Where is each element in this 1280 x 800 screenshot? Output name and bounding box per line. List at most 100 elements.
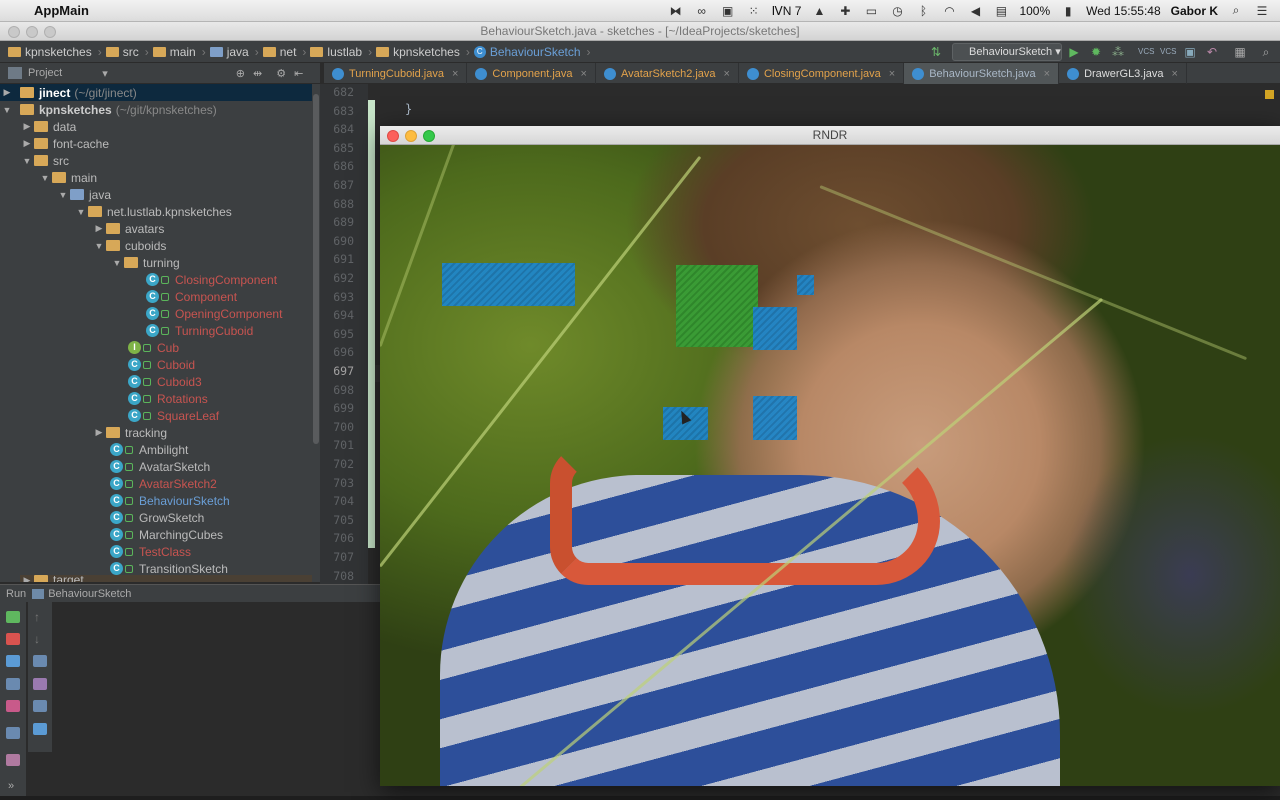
line-number[interactable]: 689: [314, 215, 354, 229]
line-number[interactable]: 706: [314, 531, 354, 545]
clock-icon[interactable]: ◷: [889, 4, 905, 18]
history-icon[interactable]: ▣: [1182, 44, 1198, 60]
chevron-down-icon[interactable]: ▼: [74, 207, 88, 217]
dots-icon[interactable]: ⁙: [746, 4, 762, 18]
soft-wrap-icon[interactable]: [33, 655, 47, 667]
breadcrumb-item[interactable]: main ›: [152, 45, 206, 59]
chevron-down-icon[interactable]: ▼: [92, 241, 106, 251]
tree-class[interactable]: C MarchingCubes: [110, 526, 223, 543]
chevron-down-icon[interactable]: ▾: [102, 67, 108, 80]
tab-component[interactable]: Component.java ×: [467, 63, 596, 84]
line-number[interactable]: 697: [314, 364, 354, 378]
run-icon[interactable]: ▶: [1066, 44, 1082, 60]
line-number[interactable]: 702: [314, 457, 354, 471]
line-number[interactable]: 692: [314, 271, 354, 285]
tree-class[interactable]: C AvatarSketch2: [110, 475, 217, 492]
tree-item[interactable]: ▼ net.lustlab.kpnsketches: [74, 203, 232, 220]
vcs-change-marker[interactable]: [368, 100, 375, 548]
sort-icon[interactable]: ⇅: [928, 44, 944, 60]
tree-class[interactable]: I Cub: [128, 339, 179, 356]
tab-avatarsketch2[interactable]: AvatarSketch2.java ×: [596, 63, 739, 84]
tree-item[interactable]: ▶ avatars: [92, 220, 165, 237]
app-icon[interactable]: ▣: [720, 4, 736, 18]
expand-icon[interactable]: »: [8, 780, 14, 792]
adobe-icon[interactable]: ⅣN 7: [772, 4, 802, 18]
inspection-status-icon[interactable]: [1265, 90, 1274, 99]
tree-item[interactable]: ▶ tracking: [92, 424, 168, 441]
close-window-button[interactable]: [387, 130, 399, 142]
line-number[interactable]: 707: [314, 550, 354, 564]
rndr-window[interactable]: RNDR: [380, 126, 1280, 786]
clock-text[interactable]: Wed 15:55:48: [1086, 4, 1161, 18]
battery-percent[interactable]: 100%: [1019, 4, 1050, 18]
breadcrumb-item[interactable]: net ›: [262, 45, 306, 59]
close-icon[interactable]: ×: [452, 68, 458, 80]
breadcrumb-item[interactable]: kpnsketches ›: [376, 45, 470, 59]
stop-icon[interactable]: [6, 633, 20, 645]
breadcrumb-item[interactable]: C BehaviourSketch ›: [473, 45, 591, 59]
run-config-name[interactable]: BehaviourSketch: [48, 588, 131, 600]
coverage-icon[interactable]: ⁂: [1110, 44, 1126, 60]
close-icon[interactable]: ×: [889, 68, 895, 80]
line-number[interactable]: 701: [314, 438, 354, 452]
close-icon[interactable]: ×: [581, 68, 587, 80]
chevron-down-icon[interactable]: ▼: [0, 105, 14, 115]
down-arrow-icon[interactable]: ↓: [34, 632, 40, 646]
tree-class[interactable]: C AvatarSketch: [110, 458, 210, 475]
tree-item[interactable]: ▼ turning: [110, 254, 180, 271]
chevron-right-icon[interactable]: ▶: [92, 427, 106, 438]
line-number[interactable]: 708: [314, 569, 354, 583]
wifi-icon[interactable]: ◠: [941, 4, 957, 18]
print-icon[interactable]: [33, 700, 47, 712]
chevron-down-icon[interactable]: ▼: [20, 156, 34, 166]
drive-icon[interactable]: ▲: [811, 4, 827, 18]
line-number[interactable]: 683: [314, 104, 354, 118]
project-view-selector[interactable]: Project: [28, 67, 62, 79]
tab-behavioursketch[interactable]: BehaviourSketch.java ×: [904, 63, 1060, 84]
line-number[interactable]: 694: [314, 308, 354, 322]
chevron-right-icon[interactable]: ▶: [0, 87, 14, 98]
debug-icon[interactable]: ✹: [1088, 44, 1104, 60]
close-icon[interactable]: ×: [724, 68, 730, 80]
structure-icon[interactable]: ▦: [1232, 44, 1248, 60]
tree-item[interactable]: ▶ data: [20, 118, 77, 135]
rndr-titlebar[interactable]: RNDR: [380, 126, 1280, 145]
trash-icon[interactable]: [33, 723, 47, 735]
line-number[interactable]: 699: [314, 401, 354, 415]
chevron-right-icon[interactable]: ▶: [20, 575, 34, 582]
chevron-down-icon[interactable]: ▼: [110, 258, 124, 268]
line-number[interactable]: 705: [314, 513, 354, 527]
tab-closingcomponent[interactable]: ClosingComponent.java ×: [739, 63, 905, 84]
line-number[interactable]: 696: [314, 345, 354, 359]
app-menu-name[interactable]: AppMain: [34, 3, 89, 18]
battery-icon[interactable]: ▮: [1060, 4, 1076, 18]
revert-icon[interactable]: ↶: [1204, 44, 1220, 60]
tree-root-kpnsketches[interactable]: ▼ kpnsketches (~/git/kpnsketches): [0, 101, 217, 118]
line-number[interactable]: 682: [314, 85, 354, 99]
tab-drawergl3[interactable]: DrawerGL3.java ×: [1059, 63, 1187, 84]
chevron-right-icon[interactable]: ▶: [92, 223, 106, 234]
tree-class[interactable]: C Component: [146, 288, 237, 305]
close-icon[interactable]: ×: [1044, 68, 1050, 80]
tree-class[interactable]: C Rotations: [128, 390, 208, 407]
tree-item[interactable]: ▶ font-cache: [20, 135, 110, 152]
line-number[interactable]: 691: [314, 252, 354, 266]
pin-icon[interactable]: [6, 754, 20, 766]
tree-class[interactable]: C SquareLeaf: [128, 407, 219, 424]
breadcrumb-item[interactable]: src ›: [105, 45, 149, 59]
bluetooth-icon[interactable]: ᛒ: [915, 4, 931, 18]
user-name[interactable]: Gabor K: [1171, 4, 1218, 18]
tree-class[interactable]: C OpeningComponent: [146, 305, 282, 322]
rerun-icon[interactable]: [6, 611, 20, 623]
line-number[interactable]: 704: [314, 494, 354, 508]
scroll-from-source-icon[interactable]: ⊕: [236, 67, 245, 80]
hide-panel-icon[interactable]: ⇤: [294, 67, 303, 80]
vcs-update-icon[interactable]: VCS: [1138, 44, 1154, 60]
chevron-down-icon[interactable]: ▼: [38, 173, 52, 183]
plus-icon[interactable]: ✚: [837, 4, 853, 18]
scroll-to-end-icon[interactable]: [33, 678, 47, 690]
tree-item[interactable]: ▼ cuboids: [92, 237, 167, 254]
line-number[interactable]: 685: [314, 141, 354, 155]
line-number[interactable]: 690: [314, 234, 354, 248]
up-arrow-icon[interactable]: ↑: [34, 610, 40, 624]
